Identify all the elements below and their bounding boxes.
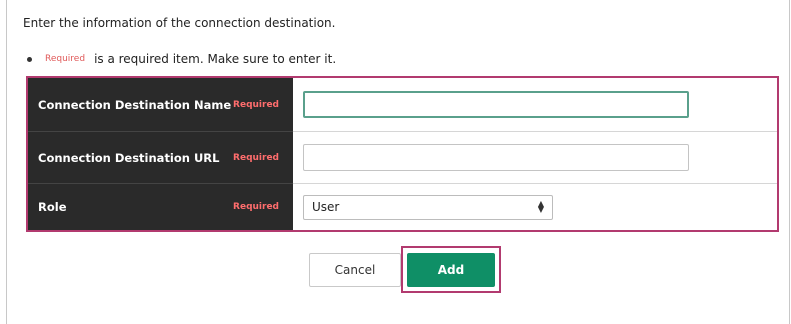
field-cell: User ▲ ▼	[293, 184, 777, 230]
required-badge: Required	[233, 202, 279, 212]
form-row-name: Connection Destination Name Required	[28, 78, 777, 132]
field-label: Role	[38, 200, 67, 214]
field-label: Connection Destination Name	[38, 97, 232, 112]
field-label: Connection Destination URL	[38, 150, 220, 165]
required-note-text: is a required item. Make sure to enter i…	[94, 52, 337, 66]
role-select-value: User	[312, 200, 340, 214]
required-badge: Required	[233, 99, 279, 110]
connection-name-input[interactable]	[303, 91, 689, 118]
field-label-cell: Connection Destination URL Required	[28, 132, 293, 184]
add-button[interactable]: Add	[407, 253, 495, 287]
field-cell	[293, 78, 777, 132]
form-row-role: Role Required User ▲ ▼	[28, 184, 777, 230]
select-arrows-icon: ▲ ▼	[537, 199, 544, 214]
intro-text: Enter the information of the connection …	[23, 16, 336, 30]
required-note: Required is a required item. Make sure t…	[23, 52, 336, 66]
role-select[interactable]: User ▲ ▼	[303, 194, 553, 220]
field-label-cell: Role Required	[28, 184, 293, 230]
connection-form: Connection Destination Name Required Con…	[26, 76, 779, 232]
connection-url-input[interactable]	[303, 144, 689, 171]
form-row-url: Connection Destination URL Required	[28, 132, 777, 184]
required-badge: Required	[233, 152, 279, 163]
cancel-button[interactable]: Cancel	[309, 253, 401, 287]
field-cell	[293, 132, 777, 184]
bullet-icon	[27, 56, 32, 62]
field-label-cell: Connection Destination Name Required	[28, 78, 293, 132]
required-tag: Required	[45, 54, 86, 64]
